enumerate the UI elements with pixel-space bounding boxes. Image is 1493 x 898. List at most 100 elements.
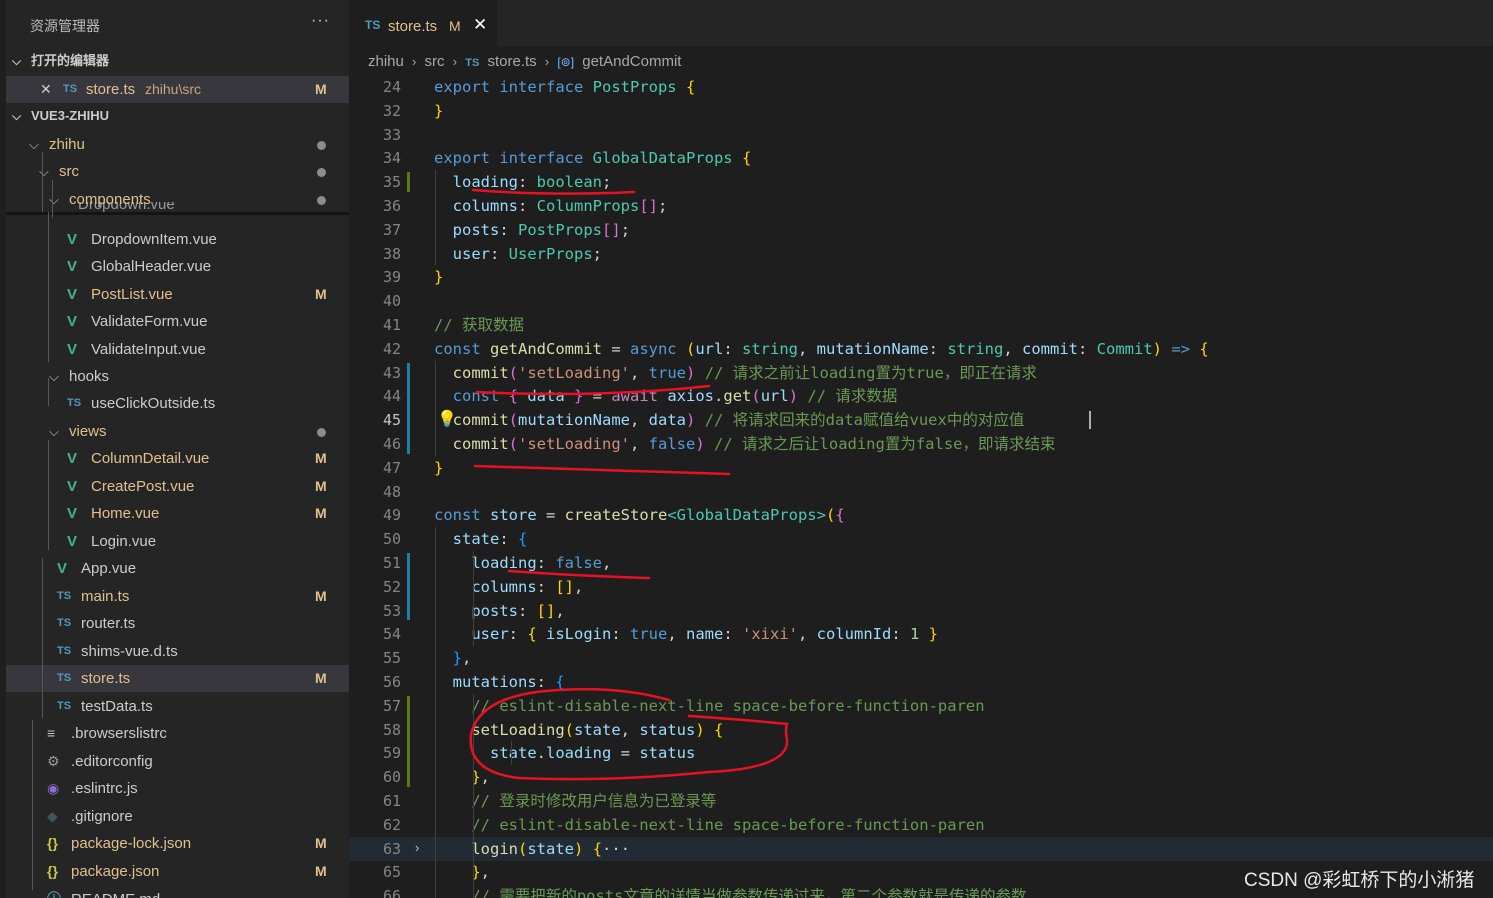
folder-item[interactable]: ⌵ hooks [6, 363, 349, 390]
code-line[interactable]: 35 loading: boolean; [349, 170, 1493, 194]
code-token: : [723, 625, 742, 644]
file-item[interactable]: TS store.ts M [6, 665, 349, 692]
code-text: loading: boolean; [434, 170, 612, 194]
file-item[interactable]: V App.vue [6, 555, 349, 582]
file-item[interactable]: TS router.ts [6, 610, 349, 637]
file-item[interactable]: V DropdownItem.vue [6, 226, 349, 253]
breadcrumb-item[interactable]: getAndCommit [582, 53, 681, 70]
code-line[interactable]: 58 setLoading(state, status) { [349, 718, 1493, 742]
file-item[interactable]: TS main.ts M [6, 583, 349, 610]
code-line[interactable]: 42 const getAndCommit = async (url: strin… [349, 337, 1493, 361]
file-item[interactable]: TS useClickOutside.ts [6, 390, 349, 417]
code-token: commit [452, 435, 509, 453]
code-text: loading: false, [434, 551, 611, 575]
code-line[interactable]: 48 [349, 480, 1493, 504]
added-lines-marker[interactable] [407, 172, 410, 192]
file-item[interactable]: V ValidateForm.vue [6, 308, 349, 335]
open-editors-section[interactable]: ⌵ 打开的编辑器 [6, 48, 349, 74]
folder-item[interactable]: ⌵ components [6, 186, 349, 213]
file-name: GlobalHeader.vue [91, 258, 212, 275]
file-item[interactable]: V ValidateInput.vue [6, 336, 349, 363]
code-text: // eslint-disable-next-line space-before… [434, 694, 984, 718]
ts-file-icon: TS [57, 645, 72, 657]
file-item[interactable]: ⚙ .editorconfig [6, 748, 349, 775]
file-item[interactable]: V Login.vue [6, 528, 349, 555]
file-item[interactable]: ≡ .browserslistrc [6, 720, 349, 747]
file-item[interactable]: V ColumnDetail.vue M [6, 445, 349, 472]
code-line[interactable]: 44 const { data } = await axios.get(url)… [349, 384, 1493, 408]
code-line[interactable]: 33 [349, 123, 1493, 147]
code-line[interactable]: 63 login(state) {··· [349, 836, 1493, 861]
file-item[interactable]: {} package.json M [6, 858, 349, 885]
file-item[interactable]: ◉ .eslintrc.js [6, 775, 349, 802]
added-lines-marker[interactable] [407, 695, 410, 787]
file-item[interactable]: TS testData.ts [6, 693, 349, 720]
code-line[interactable]: 38 user: UserProps; [349, 242, 1493, 266]
file-item[interactable]: V Home.vue M [6, 500, 349, 527]
fold-chevron-icon[interactable]: › [415, 840, 419, 855]
open-editor-item[interactable]: ✕ TS store.ts zhihu\src M [6, 76, 349, 103]
code-line[interactable]: 55 }, [349, 646, 1493, 670]
code-line[interactable]: 46 commit('setLoading', false) // 请求之后让l… [349, 432, 1493, 456]
more-actions-button[interactable]: ··· [311, 12, 330, 30]
file-item[interactable]: TS shims-vue.d.ts [6, 638, 349, 665]
vue-file-icon: V [67, 450, 78, 467]
code-token: GlobalDataProps [592, 149, 742, 168]
code-line[interactable]: 60 }, [349, 765, 1493, 789]
code-line[interactable]: 40 [349, 289, 1493, 313]
code-line[interactable]: 34 export interface GlobalDataProps { [349, 146, 1493, 170]
code-line[interactable]: 59 state.loading = status [349, 741, 1493, 765]
tab-store-ts[interactable]: TS store.ts M ✕ [349, 0, 497, 46]
breadcrumb-item[interactable]: src [425, 53, 445, 70]
file-item[interactable]: V CreatePost.vue M [6, 473, 349, 500]
code-token: ( [685, 339, 696, 358]
code-line[interactable]: 37 posts: PostProps[]; [349, 218, 1493, 242]
code-line[interactable]: 53 posts: [], [349, 599, 1493, 623]
folder-item[interactable]: ⌵ zhihu [6, 131, 349, 158]
code-line[interactable]: 41 // 获取数据 [349, 313, 1493, 337]
modified-badge: M [315, 81, 327, 97]
ts-file-icon: TS [57, 700, 72, 712]
ts-file-icon: TS [67, 397, 82, 409]
code-line[interactable]: 39} [349, 265, 1493, 289]
close-tab-icon[interactable]: ✕ [473, 15, 487, 35]
folder-item[interactable]: ⌵ src [6, 158, 349, 185]
file-name: Login.vue [91, 533, 157, 550]
code-line[interactable]: 32} [349, 99, 1493, 123]
folder-item[interactable]: ⌵ views [6, 418, 349, 445]
file-item[interactable]: V PostList.vue M [6, 281, 349, 308]
lightbulb-icon[interactable]: 💡 [437, 409, 457, 429]
code-line[interactable]: 49 const store = createStore<GlobalDataPr… [349, 503, 1493, 527]
file-item[interactable]: V GlobalHeader.vue [6, 253, 349, 280]
code-line[interactable]: 47} [349, 456, 1493, 480]
file-item[interactable]: ⓘ README.md [6, 886, 349, 898]
code-line[interactable]: 43 commit('setLoading', true) // 请求之前让lo… [349, 361, 1493, 385]
code-line[interactable]: 45 commit(mutationName, data) // 将请求回来的d… [349, 408, 1493, 432]
code-line[interactable]: 62 // eslint-disable-next-line space-bef… [349, 813, 1493, 837]
modified-lines-marker[interactable] [407, 553, 410, 621]
code-text: commit('setLoading', true) // 请求之前让loadi… [434, 361, 1037, 385]
project-section[interactable]: ⌵ VUE3-ZHIHU [6, 103, 349, 129]
code-line[interactable]: 50 state: { [349, 527, 1493, 551]
code-line[interactable]: 57 // eslint-disable-next-line space-bef… [349, 694, 1493, 718]
code-token: get [723, 387, 752, 406]
breadcrumb-item[interactable]: zhihu [368, 53, 404, 70]
file-item[interactable]: ◆ .gitignore [6, 803, 349, 830]
code-line[interactable]: 61 // 登录时修改用户信息为已登录等 [349, 789, 1493, 813]
file-item[interactable]: {} package-lock.json M [6, 830, 349, 857]
code-line[interactable]: 24 export interface PostProps { [349, 75, 1493, 99]
breadcrumb-item[interactable]: store.ts [487, 53, 536, 70]
code-line[interactable]: 51 loading: false, [349, 551, 1493, 575]
close-icon[interactable]: ✕ [40, 76, 52, 103]
code-line[interactable]: 56 mutations: { [349, 670, 1493, 694]
indent-guide [42, 152, 43, 212]
modified-lines-marker[interactable] [407, 362, 410, 454]
code-line[interactable]: 52 columns: [], [349, 575, 1493, 599]
code-line[interactable]: 54 user: { isLogin: true, name: 'xixi', … [349, 622, 1493, 646]
code-line[interactable]: 36 columns: ColumnProps[]; [349, 194, 1493, 218]
